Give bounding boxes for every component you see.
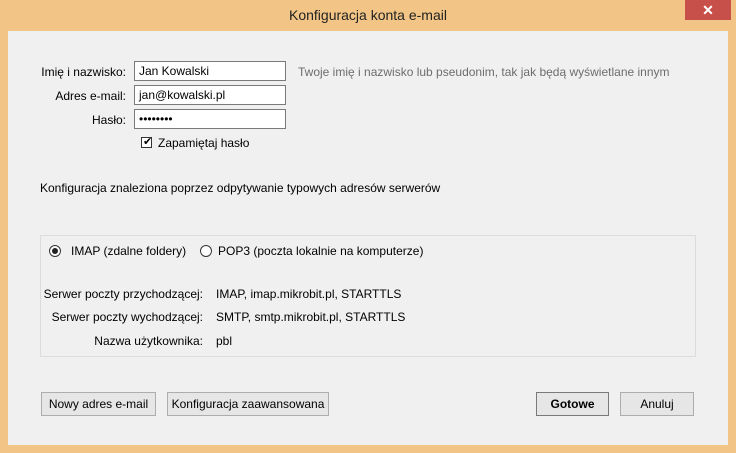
title-bar[interactable]: Konfiguracja konta e-mail ✕: [0, 0, 736, 30]
remember-password-checkbox[interactable]: ✔: [141, 136, 153, 148]
close-button[interactable]: ✕: [685, 0, 731, 20]
password-label: Hasło:: [91, 113, 126, 127]
name-label: Imię i nazwisko:: [41, 65, 126, 79]
incoming-server-label: Serwer poczty przychodzącej:: [43, 287, 203, 301]
username-value: pbl: [216, 334, 233, 348]
pop3-radio-label[interactable]: POP3 (poczta lokalnie na komputerze): [218, 244, 423, 258]
email-input[interactable]: jan@kowalski.pl: [134, 85, 286, 105]
dialog-content: Imię i nazwisko: Jan Kowalski Twoje imię…: [8, 31, 728, 445]
imap-radio[interactable]: [49, 245, 61, 257]
pop3-radio[interactable]: [200, 245, 212, 257]
config-status-text: Konfiguracja znaleziona poprzez odpytywa…: [40, 181, 441, 195]
password-input[interactable]: ••••••••: [134, 109, 286, 129]
radio-selected-icon: [52, 248, 58, 254]
remember-password-label[interactable]: Zapamiętaj hasło: [158, 136, 249, 150]
checkmark-icon: ✔: [143, 136, 153, 148]
done-button[interactable]: Gotowe: [536, 392, 609, 416]
incoming-server-value: IMAP, imap.mikrobit.pl, STARTTLS: [216, 287, 402, 301]
username-label: Nazwa użytkownika:: [94, 334, 203, 348]
imap-radio-label[interactable]: IMAP (zdalne foldery): [71, 244, 186, 258]
advanced-config-button[interactable]: Konfiguracja zaawansowana: [167, 392, 329, 416]
outgoing-server-label: Serwer poczty wychodzącej:: [51, 310, 203, 324]
window-title: Konfiguracja konta e-mail: [289, 7, 447, 23]
close-icon: ✕: [702, 2, 714, 18]
server-settings-panel: IMAP (zdalne foldery) POP3 (poczta lokal…: [40, 235, 696, 357]
name-input[interactable]: Jan Kowalski: [134, 61, 286, 81]
cancel-button[interactable]: Anuluj: [620, 392, 694, 416]
email-label: Adres e-mail:: [55, 89, 126, 103]
dialog-window: Konfiguracja konta e-mail ✕ Imię i nazwi…: [0, 0, 736, 453]
outgoing-server-value: SMTP, smtp.mikrobit.pl, STARTTLS: [216, 310, 406, 324]
name-hint: Twoje imię i nazwisko lub pseudonim, tak…: [298, 65, 670, 79]
new-email-button[interactable]: Nowy adres e-mail: [41, 392, 156, 416]
